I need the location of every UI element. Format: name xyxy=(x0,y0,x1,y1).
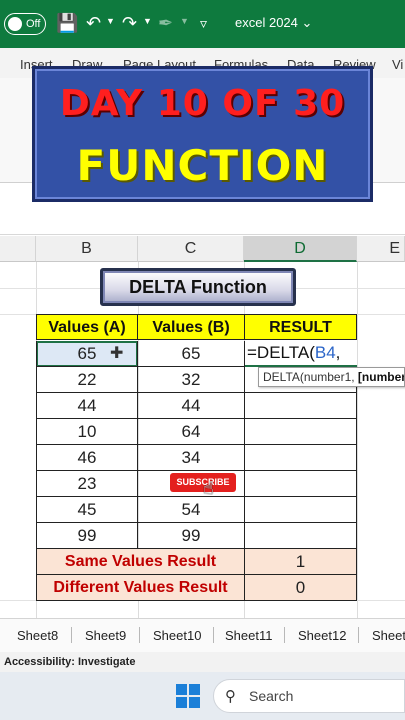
different-values-result[interactable]: 0 xyxy=(245,575,357,601)
formula-prefix: =DELTA( xyxy=(247,343,315,362)
function-tooltip: DELTA(number1, [number2]) xyxy=(258,367,405,387)
undo-icon[interactable]: ↶ xyxy=(86,12,101,34)
banner-line-2: FUNCTION xyxy=(76,141,329,190)
taskbar-search-placeholder[interactable]: Search xyxy=(249,688,293,704)
table-cell-result[interactable] xyxy=(245,471,357,497)
table-cell-result[interactable] xyxy=(245,445,357,471)
table-cell-a[interactable]: 45 xyxy=(36,497,138,523)
customize-toolbar-icon[interactable]: ▿ xyxy=(200,12,207,34)
table-cell-a[interactable]: 44 xyxy=(36,393,138,419)
same-values-label[interactable]: Same Values Result xyxy=(36,549,245,575)
tab-divider xyxy=(358,627,359,643)
same-values-result[interactable]: 1 xyxy=(245,549,357,575)
day-banner: DAY 10 OF 30 FUNCTION xyxy=(32,66,373,202)
table-cell-result[interactable] xyxy=(245,419,357,445)
formula-reference: B4 xyxy=(314,343,336,362)
sheet-tab-sheet13[interactable]: Sheet xyxy=(372,628,405,643)
header-values-a[interactable]: Values (A) xyxy=(36,314,138,340)
toggle-knob xyxy=(8,17,22,31)
sheet-tab-sheet9[interactable]: Sheet9 xyxy=(85,628,126,643)
tab-divider xyxy=(71,627,72,643)
table-cell-a[interactable]: 22 xyxy=(36,367,138,393)
select-all-corner[interactable] xyxy=(0,236,36,262)
delta-function-title: DELTA Function xyxy=(100,268,296,306)
table-cell-result[interactable] xyxy=(245,523,357,549)
grid-line xyxy=(357,262,358,618)
table-cell-a[interactable]: 99 xyxy=(36,523,138,549)
autosave-toggle[interactable]: Off xyxy=(4,13,46,35)
save-icon[interactable]: 💾 xyxy=(56,12,78,34)
tooltip-function: DELTA(number1, xyxy=(263,370,358,384)
title-bar: Off 💾 ↶ ▼ ↷ ▼ ✒ ▼ ▿ excel 2024 ⌄ xyxy=(0,0,405,48)
different-values-label[interactable]: Different Values Result xyxy=(36,575,245,601)
column-header-e[interactable]: E xyxy=(357,236,405,262)
table-cell-b[interactable]: 64 xyxy=(138,419,245,445)
table-cell-b[interactable]: 34 xyxy=(138,445,245,471)
column-header-d[interactable]: D xyxy=(244,236,357,262)
sheet-tab-sheet11[interactable]: Sheet11 xyxy=(225,628,272,643)
format-painter-icon[interactable]: ✒ xyxy=(158,12,173,34)
sheet-tab-bar: Sheet8 Sheet9 Sheet10 Sheet11 Sheet12 Sh… xyxy=(0,618,405,652)
autosave-label: Off xyxy=(26,18,41,30)
redo-icon[interactable]: ↷ xyxy=(122,12,137,34)
table-cell-a[interactable]: 23 xyxy=(36,471,138,497)
table-cell-result[interactable] xyxy=(245,497,357,523)
chevron-down-icon: ⌄ xyxy=(301,15,313,30)
windows-start-icon[interactable] xyxy=(176,684,200,708)
taskbar-search-box[interactable] xyxy=(213,679,405,713)
file-title[interactable]: excel 2024 ⌄ xyxy=(235,15,312,31)
status-bar: Accessibility: Investigate xyxy=(0,652,405,672)
file-title-text: excel 2024 xyxy=(235,15,298,30)
undo-dropdown-icon[interactable]: ▼ xyxy=(106,16,115,26)
redo-dropdown-icon[interactable]: ▼ xyxy=(143,16,152,26)
table-cell-b[interactable]: 54 xyxy=(138,497,245,523)
banner-line-1: DAY 10 OF 30 xyxy=(59,83,346,124)
search-icon: ⚲ xyxy=(225,688,236,705)
column-header-b[interactable]: B xyxy=(36,236,138,262)
tab-divider xyxy=(284,627,285,643)
tab-divider xyxy=(139,627,140,643)
column-header-c[interactable]: C xyxy=(138,236,244,262)
table-cell-b[interactable]: 32 xyxy=(138,367,245,393)
sheet-tab-sheet8[interactable]: Sheet8 xyxy=(17,628,58,643)
hand-pointer-icon: ☝ xyxy=(203,478,214,498)
table-cell-b[interactable]: 44 xyxy=(138,393,245,419)
format-dropdown-icon[interactable]: ▼ xyxy=(180,16,189,26)
header-result[interactable]: RESULT xyxy=(245,314,357,340)
tab-view[interactable]: Vi xyxy=(392,57,403,72)
accessibility-status[interactable]: Accessibility: Investigate xyxy=(4,656,135,668)
header-values-b[interactable]: Values (B) xyxy=(138,314,245,340)
table-cell-a[interactable]: 10 xyxy=(36,419,138,445)
formula-edit-cell[interactable]: =DELTA(B4, xyxy=(245,341,357,367)
table-cell-b[interactable]: 99 xyxy=(138,523,245,549)
sheet-tab-sheet10[interactable]: Sheet10 xyxy=(153,628,201,643)
table-cell-result[interactable] xyxy=(245,393,357,419)
formula-suffix: , xyxy=(335,343,341,362)
tooltip-argument: [number2]) xyxy=(357,370,405,384)
cell-cursor-plus-icon: ✚ xyxy=(110,345,124,362)
table-cell-a[interactable]: 46 xyxy=(36,445,138,471)
tab-divider xyxy=(213,627,214,643)
table-cell-b[interactable]: 65 xyxy=(138,341,245,367)
sheet-tab-sheet12[interactable]: Sheet12 xyxy=(298,628,346,643)
